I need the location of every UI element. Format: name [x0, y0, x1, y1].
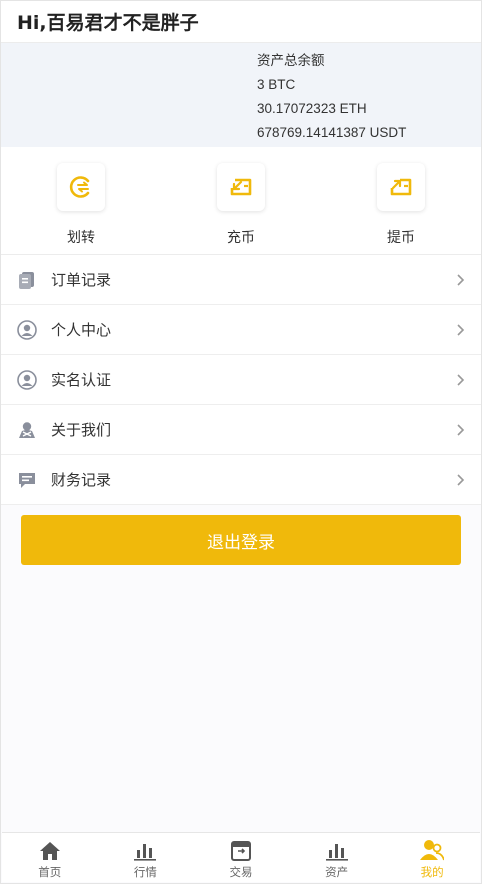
tab-label: 行情 — [133, 865, 157, 879]
withdraw-icon — [377, 163, 425, 211]
menu-item-real-name-auth[interactable]: 实名认证 — [1, 355, 481, 405]
trade-icon — [230, 841, 251, 861]
balance-title: 资产总余额 — [257, 53, 325, 68]
tab-label: 资产 — [325, 865, 349, 879]
deposit-button[interactable]: 充币 — [161, 147, 321, 254]
balance-usdt: 678769.14141387 USDT — [257, 125, 407, 140]
page-header: Hi,百易君才不是胖子 — [1, 1, 481, 43]
profile-icon — [420, 840, 445, 861]
balance-eth: 30.17072323 ETH — [257, 101, 367, 116]
market-icon — [134, 844, 157, 861]
logout-area: 退出登录 — [1, 505, 481, 565]
menu-label: 订单记录 — [51, 271, 112, 289]
tab-label: 首页 — [38, 865, 62, 879]
deposit-icon — [217, 163, 265, 211]
balance-btc: 3 BTC — [257, 77, 296, 92]
finance-record-icon — [17, 470, 37, 490]
chevron-right-icon — [457, 373, 465, 386]
transfer-label: 划转 — [67, 230, 95, 246]
chevron-right-icon — [457, 323, 465, 336]
menu-label: 关于我们 — [51, 421, 112, 439]
withdraw-label: 提币 — [387, 230, 415, 246]
order-record-icon — [17, 270, 37, 290]
user-verify-icon — [17, 369, 37, 390]
transfer-button[interactable]: 划转 — [1, 147, 161, 254]
menu-item-personal-center[interactable]: 个人中心 — [1, 305, 481, 355]
tab-trade[interactable]: 交易 — [193, 833, 289, 882]
menu-item-finance-record[interactable]: 财务记录 — [1, 455, 481, 505]
tab-assets[interactable]: 资产 — [289, 833, 385, 882]
menu-item-order-record[interactable]: 订单记录 — [1, 255, 481, 305]
menu-item-about-us[interactable]: 关于我们 — [1, 405, 481, 455]
tab-home[interactable]: 首页 — [2, 833, 98, 882]
home-icon — [39, 842, 60, 860]
transfer-icon — [57, 163, 105, 211]
menu-label: 个人中心 — [51, 321, 112, 339]
tab-market[interactable]: 行情 — [98, 833, 194, 882]
bottom-tab-bar: 首页 行情 交易 资产 我的 — [2, 832, 480, 882]
user-icon — [17, 319, 37, 340]
deposit-label: 充币 — [227, 230, 255, 246]
tab-label: 交易 — [229, 865, 253, 879]
assets-icon — [325, 844, 348, 861]
chevron-right-icon — [457, 273, 465, 286]
balance-panel: 资产总余额 3 BTC 30.17072323 ETH 678769.14141… — [1, 43, 481, 147]
menu-label: 财务记录 — [51, 471, 112, 489]
menu-label: 实名认证 — [51, 371, 112, 389]
tab-label: 我的 — [420, 865, 444, 879]
quick-actions: 划转 充币 提币 — [1, 147, 481, 255]
greeting-title: Hi,百易君才不是胖子 — [17, 12, 199, 34]
chevron-right-icon — [457, 473, 465, 486]
logout-button[interactable]: 退出登录 — [21, 515, 461, 565]
app-frame: Hi,百易君才不是胖子 资产总余额 3 BTC 30.17072323 ETH … — [0, 0, 482, 884]
chevron-right-icon — [457, 423, 465, 436]
menu-list: 订单记录 个人中心 实名认证 关于我们 财务记录 — [1, 255, 481, 505]
about-us-icon — [17, 420, 37, 440]
withdraw-button[interactable]: 提币 — [321, 147, 481, 254]
tab-mine[interactable]: 我的 — [384, 833, 480, 882]
